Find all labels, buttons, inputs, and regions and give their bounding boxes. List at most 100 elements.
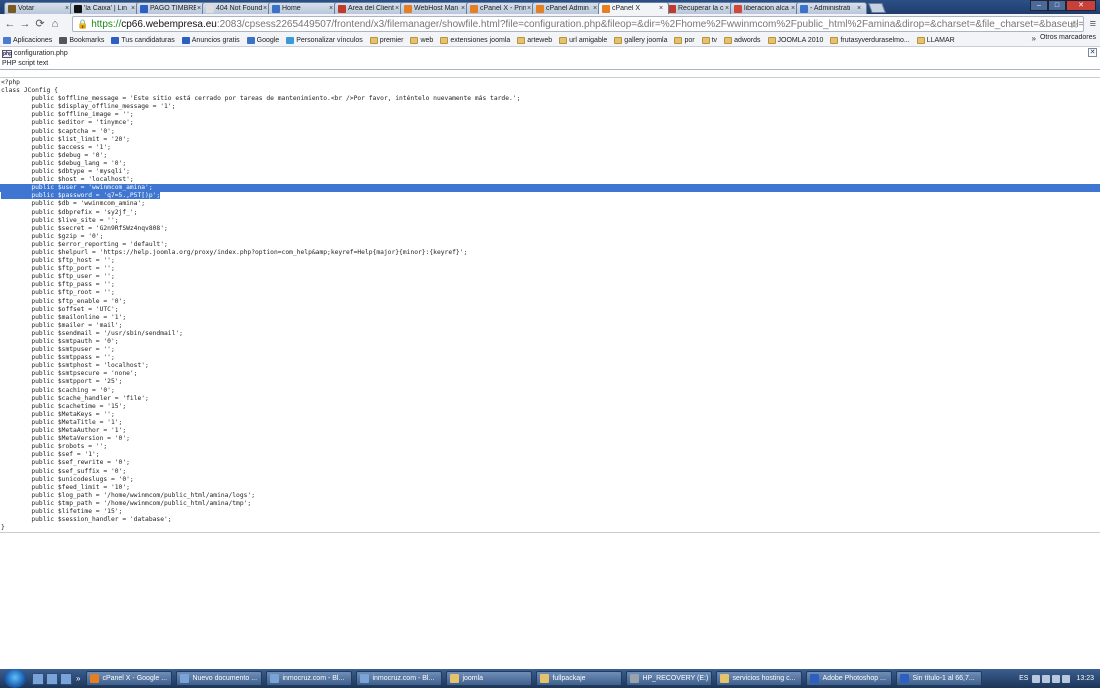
php-file-icon: php — [2, 50, 13, 58]
browser-tab[interactable]: 'la Caixa' | Lin × — [70, 2, 141, 14]
bookmark-item[interactable]: adwords — [724, 36, 761, 44]
bookmark-item[interactable]: Bookmarks — [59, 36, 105, 44]
forward-icon[interactable]: → — [19, 18, 31, 30]
browser-tab[interactable]: - Administrati × — [796, 2, 867, 14]
code-line: public $smtpauth = '0'; — [1, 338, 119, 345]
code-view[interactable]: <?php class JConfig { public $offline_mes… — [0, 77, 1100, 533]
taskbar-button[interactable]: Nuevo documento ... — [176, 671, 263, 686]
taskbar-button[interactable]: fullpackaje — [536, 671, 623, 686]
start-button[interactable] — [4, 669, 26, 688]
browser-tab[interactable]: cPanel X - Prin × — [466, 2, 537, 14]
tray-expand-icon[interactable] — [1032, 674, 1041, 683]
new-tab-button[interactable] — [868, 3, 886, 13]
close-viewer-button[interactable]: ✕ — [1088, 48, 1097, 57]
taskbar-button[interactable]: HP_RECOVERY (E:) — [626, 671, 713, 686]
bookmark-item[interactable]: tv — [701, 36, 717, 44]
bookmark-item[interactable]: Anuncios gratis — [181, 36, 240, 44]
ie-icon[interactable] — [60, 672, 72, 685]
code-line: public $smtpsecure = 'none'; — [1, 370, 138, 378]
tab-title: Home — [282, 5, 301, 12]
bookmark-star-icon[interactable]: ☆ — [1069, 18, 1079, 31]
browser-tab[interactable]: cPanel Admin × — [532, 2, 603, 14]
taskbar-button[interactable]: servicios hosting c... — [716, 671, 803, 686]
code-line: public $robots = ''; — [1, 443, 108, 451]
taskbar-button[interactable]: cPanel X - Google ... — [86, 671, 173, 686]
browser-tab[interactable]: Home × — [268, 2, 339, 14]
quicklaunch-more-icon[interactable]: » — [76, 674, 80, 683]
code-line: public $ftp_port = ''; — [1, 265, 115, 273]
address-bar[interactable]: 🔒 https://cp66.webempresa.eu:2083/cpsess… — [72, 16, 1084, 32]
bookmark-item[interactable]: extensiones joomla — [440, 36, 510, 44]
tab-close-icon[interactable]: × — [659, 5, 665, 12]
back-icon[interactable]: ← — [4, 18, 16, 30]
browser-tab[interactable]: Recuperar la c × — [664, 2, 735, 14]
file-name: configuration.php — [14, 50, 68, 57]
bookmark-item[interactable]: LLAMAR — [916, 36, 955, 44]
bookmark-item[interactable]: frutasyverduraselmo... — [830, 36, 910, 44]
bookmark-item[interactable]: premier — [369, 36, 403, 44]
home-icon[interactable]: ⌂ — [49, 18, 61, 30]
code-line: public $editor = 'tinymce'; — [1, 119, 134, 127]
browser-tab[interactable]: liberacion alca × — [730, 2, 801, 14]
minimize-button[interactable]: – — [1030, 0, 1048, 11]
bookmark-item[interactable]: gallery joomla — [614, 36, 668, 44]
bookmark-label: frutasyverduraselmo... — [840, 36, 910, 44]
taskbar-label: inmocruz.com - Bl... — [372, 675, 435, 682]
tab-title: cPanel X — [612, 5, 641, 12]
close-window-button[interactable]: ✕ — [1066, 0, 1096, 11]
folder-icon — [369, 36, 378, 44]
bookmark-item[interactable]: arteweb — [517, 36, 553, 44]
taskbar-button[interactable]: Adobe Photoshop ... — [806, 671, 893, 686]
taskbar-button[interactable]: inmocruz.com - Bl... — [356, 671, 443, 686]
language-indicator[interactable]: ES — [1019, 675, 1028, 682]
clock[interactable]: 13:23 — [1076, 675, 1094, 682]
bookmark-label: gallery joomla — [624, 36, 668, 44]
tab-close-icon[interactable]: × — [857, 5, 863, 12]
explorer-icon[interactable] — [46, 672, 58, 685]
browser-tab[interactable]: 404 Not Found × — [202, 2, 273, 14]
other-bookmarks-label: Otros marcadores — [1039, 34, 1096, 41]
other-bookmarks-folder[interactable]: Otros marcadores — [1030, 34, 1096, 41]
app-icon — [900, 674, 910, 683]
file-header: php configuration.php PHP script text ✕ — [0, 47, 1100, 70]
power-icon[interactable] — [1062, 674, 1071, 683]
show-desktop-icon[interactable] — [32, 672, 44, 685]
browser-tab[interactable]: WebHost Man × — [400, 2, 471, 14]
taskbar-button[interactable]: joomla — [446, 671, 533, 686]
bookmark-item[interactable]: url amigable — [559, 36, 607, 44]
browser-tab[interactable]: Área del Client × — [334, 2, 405, 14]
bookmark-item[interactable]: Tus candidaturas — [111, 36, 175, 44]
bookmark-label: arteweb — [527, 36, 553, 44]
taskbar-button[interactable]: inmocruz.com - Bl... — [266, 671, 353, 686]
bookmarks-bar: Aplicaciones Bookmarks Tus candidaturas Anu… — [0, 34, 1100, 47]
bookmark-label: Bookmarks — [69, 36, 105, 44]
bookmark-item[interactable]: Personalizar vínculos — [286, 36, 363, 44]
bookmark-item[interactable]: por — [674, 36, 695, 44]
bookmark-item[interactable]: JOOMLA 2010 — [767, 36, 823, 44]
code-line: public $list_limit = '20'; — [1, 135, 130, 143]
browser-tab[interactable]: cPanel X × — [598, 2, 669, 14]
bookmark-item[interactable]: web — [410, 36, 433, 44]
bookmark-item[interactable]: Aplicaciones — [3, 36, 52, 44]
code-line: public $display_offline_message = '1'; — [1, 103, 176, 111]
reload-icon[interactable]: ⟳ — [34, 18, 46, 30]
code-line: public $cache_handler = 'file'; — [1, 394, 149, 402]
grid-icon — [286, 36, 295, 44]
code-line: public $dbprefix = 'sy2jf_'; — [1, 208, 138, 216]
browser-tab[interactable]: Votar × — [4, 2, 75, 14]
code-line: public $offset = 'UTC'; — [1, 305, 119, 313]
bookmark-label: adwords — [734, 36, 761, 44]
app-icon — [540, 674, 550, 683]
system-tray: ES 13:23 — [1019, 669, 1100, 688]
browser-tab[interactable]: PAGO TIMBRE × — [136, 2, 207, 14]
volume-icon[interactable] — [1052, 674, 1061, 683]
star-icon — [59, 36, 68, 44]
network-icon[interactable] — [1042, 674, 1051, 683]
taskbar-label: servicios hosting c... — [732, 675, 796, 682]
maximize-button[interactable]: □ — [1048, 0, 1066, 11]
code-line: public $host = 'localhost'; — [1, 176, 134, 184]
lock-icon: 🔒 — [77, 18, 89, 29]
taskbar-button[interactable]: Sin título-1 al 66,7... — [896, 671, 983, 686]
bookmark-item[interactable]: Google — [246, 36, 279, 44]
menu-icon[interactable]: ≡ — [1090, 18, 1096, 30]
